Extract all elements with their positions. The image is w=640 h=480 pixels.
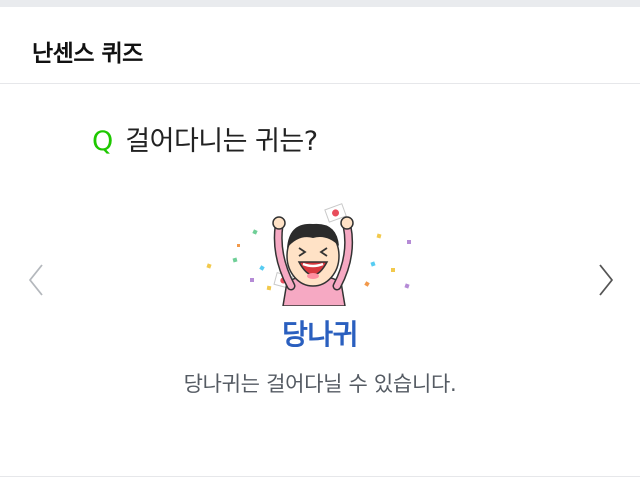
question-text: 걸어다니는 귀는? xyxy=(125,126,318,157)
page-title: 난센스 퀴즈 xyxy=(32,41,143,67)
answer-explanation: 당나귀는 걸어다닐 수 있습니다. xyxy=(183,372,457,396)
answer-title: 당나귀 xyxy=(282,318,358,351)
quiz-question: Q 걸어다니는 귀는? xyxy=(92,128,318,155)
chevron-left-icon xyxy=(29,264,43,296)
prev-button[interactable] xyxy=(26,262,46,298)
chevron-right-icon xyxy=(599,264,613,296)
divider xyxy=(0,476,640,477)
question-mark: Q xyxy=(92,126,114,157)
celebration-illustration xyxy=(195,196,435,307)
header: 난센스 퀴즈 xyxy=(0,7,640,84)
next-button[interactable] xyxy=(596,262,616,298)
top-strip xyxy=(0,0,640,7)
